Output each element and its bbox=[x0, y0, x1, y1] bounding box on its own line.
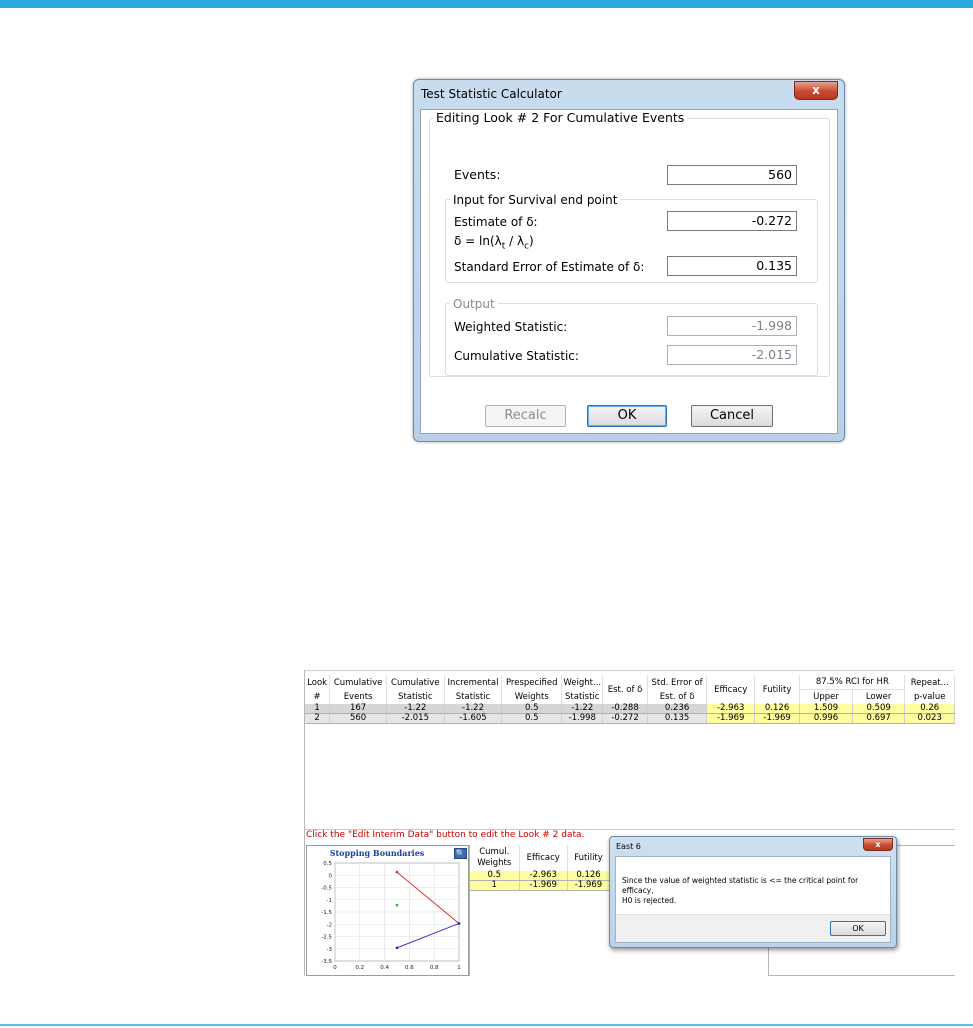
message-client-area: Since the value of weighted statistic is… bbox=[615, 856, 891, 943]
ok-button[interactable]: OK bbox=[587, 405, 667, 427]
x-tick-label: 0.4 bbox=[380, 965, 389, 971]
table-cell: 0.996 bbox=[799, 713, 853, 724]
x-tick-label: 0 bbox=[333, 965, 337, 971]
y-tick-label: -1 bbox=[327, 898, 332, 904]
header-futility[interactable]: Futility bbox=[754, 675, 801, 704]
dialog-title: Test Statistic Calculator bbox=[421, 87, 562, 101]
east6-message-dialog: East 6 x Since the value of weighted sta… bbox=[609, 836, 897, 948]
table-cell: 0.697 bbox=[852, 713, 906, 724]
standard-error-field[interactable]: 0.135 bbox=[667, 256, 797, 276]
header-look[interactable]: Look # bbox=[305, 675, 331, 704]
table-cell: -1.969 bbox=[519, 880, 568, 891]
header-cumul-weights[interactable]: Cumul. Weights bbox=[470, 845, 520, 871]
x-tick-label: 0.8 bbox=[430, 965, 439, 971]
y-tick-label: -3.5 bbox=[321, 959, 332, 965]
plot-title: Stopping Boundaries bbox=[329, 848, 425, 858]
test-statistic-calculator-dialog: Test Statistic Calculator x Editing Look… bbox=[413, 79, 845, 442]
table-cell: 0.5 bbox=[501, 713, 563, 724]
boundaries-table: Cumul. Weights Efficacy Futility 0.5 -2.96… bbox=[470, 845, 610, 891]
output-group-title: Output bbox=[450, 297, 498, 311]
message-ok-button[interactable]: OK bbox=[830, 921, 886, 936]
header-incremental-statistic[interactable]: Incremental Statistic bbox=[444, 675, 503, 704]
y-tick-label: 0.5 bbox=[323, 861, 332, 867]
y-tick-label: -2 bbox=[327, 922, 332, 928]
table-cell: -1.969 bbox=[754, 713, 801, 724]
table-cell: 1 bbox=[470, 880, 520, 891]
table-cell: 0.023 bbox=[904, 713, 955, 724]
events-field[interactable]: 560 bbox=[667, 165, 797, 185]
estimate-delta-field[interactable]: -0.272 bbox=[667, 211, 797, 231]
weighted-statistic-field: -1.998 bbox=[667, 316, 797, 336]
x-tick-label: 1 bbox=[457, 965, 461, 971]
x-tick-label: 0.6 bbox=[405, 965, 414, 971]
table-cell: -1.605 bbox=[444, 713, 503, 724]
data-point bbox=[457, 922, 461, 925]
y-tick-label: -1.5 bbox=[321, 910, 332, 916]
y-tick-label: 0 bbox=[329, 873, 333, 879]
editing-look-group-title: Editing Look # 2 For Cumulative Events bbox=[433, 111, 688, 125]
message-text: Since the value of weighted statistic is… bbox=[622, 876, 859, 905]
standard-error-label: Standard Error of Estimate of δ: bbox=[454, 260, 645, 274]
header-efficacy[interactable]: Efficacy bbox=[706, 675, 755, 704]
header-rci-group: 87.5% RCI for HR bbox=[799, 675, 906, 690]
header-prespecified-weights[interactable]: Prespecified Weights bbox=[501, 675, 563, 704]
recalc-button[interactable]: Recalc bbox=[485, 405, 566, 427]
estimate-delta-label: Estimate of δ: bbox=[454, 215, 538, 229]
table-row[interactable]: 2 560 -2.015 -1.605 0.5 -1.998 -0.272 0.135 -1.9… bbox=[305, 713, 955, 724]
close-icon[interactable]: x bbox=[794, 81, 838, 100]
data-point bbox=[395, 870, 399, 874]
cumulative-statistic-label: Cumulative Statistic: bbox=[454, 349, 579, 363]
table-cell: -2.015 bbox=[386, 713, 445, 724]
divider bbox=[768, 975, 955, 976]
survival-input-group-title: Input for Survival end point bbox=[450, 193, 621, 207]
header-boundary-efficacy[interactable]: Efficacy bbox=[519, 845, 568, 871]
dialog-client-area: Editing Look # 2 For Cumulative Events E… bbox=[420, 109, 838, 434]
weighted-statistic-label: Weighted Statistic: bbox=[454, 320, 568, 334]
header-cumulative-events[interactable]: Cumulative Events bbox=[329, 675, 387, 704]
message-title: East 6 bbox=[616, 842, 641, 851]
header-boundary-futility[interactable]: Futility bbox=[567, 845, 610, 871]
cumulative-statistic-field: -2.015 bbox=[667, 345, 797, 365]
output-group bbox=[445, 303, 818, 376]
table-cell: -1.969 bbox=[706, 713, 755, 724]
bottom-accent-line bbox=[0, 1024, 973, 1026]
table-cell: -0.272 bbox=[602, 713, 648, 724]
header-weighted-statistic[interactable]: Weight... Statistic bbox=[561, 675, 604, 704]
header-lower[interactable]: Lower bbox=[852, 689, 906, 704]
edit-interim-hint: Click the "Edit Interim Data" button to … bbox=[306, 830, 585, 840]
results-table: Look # Cumulative Events Cumulative Statist… bbox=[305, 675, 955, 724]
header-cumulative-statistic[interactable]: Cumulative Statistic bbox=[386, 675, 445, 704]
header-upper[interactable]: Upper bbox=[799, 689, 853, 704]
header-est-delta[interactable]: Est. of δ bbox=[602, 675, 648, 704]
table-cell: -1.998 bbox=[561, 713, 604, 724]
stopping-boundaries-panel: Stopping Boundaries 🔍 0.5 0 -0.5 -1 -1.5 -2 -2… bbox=[306, 845, 469, 976]
cancel-button[interactable]: Cancel bbox=[691, 405, 773, 427]
x-tick-label: 0.2 bbox=[355, 965, 364, 971]
table-cell: -1.969 bbox=[567, 880, 610, 891]
data-point bbox=[395, 946, 399, 950]
message-footer: OK bbox=[616, 914, 890, 942]
delta-formula: δ = ln(λt / λc) bbox=[454, 234, 534, 252]
table-cell: 0.135 bbox=[647, 713, 708, 724]
y-tick-label: -2.5 bbox=[321, 935, 332, 941]
close-icon[interactable]: x bbox=[863, 838, 893, 851]
header-repeated-pvalue[interactable]: Repeat... p-value bbox=[904, 675, 955, 704]
table-cell: 2 bbox=[305, 713, 331, 724]
top-accent-bar bbox=[0, 0, 973, 8]
magnifier-icon[interactable]: 🔍 bbox=[454, 848, 467, 859]
header-std-error[interactable]: Std. Error of Est. of δ bbox=[647, 675, 708, 704]
y-tick-label: -0.5 bbox=[321, 886, 332, 892]
y-tick-label: -3 bbox=[327, 947, 333, 953]
events-label: Events: bbox=[454, 167, 501, 182]
data-point bbox=[395, 903, 399, 907]
table-row[interactable]: 1 -1.969 -1.969 bbox=[470, 880, 610, 891]
table-cell: 560 bbox=[329, 713, 387, 724]
stopping-boundaries-chart: 0.50-0.5-1-1.5-2-2.5-3-3.50 0.2 0.4 0.6 0.8 1 bbox=[321, 861, 461, 971]
